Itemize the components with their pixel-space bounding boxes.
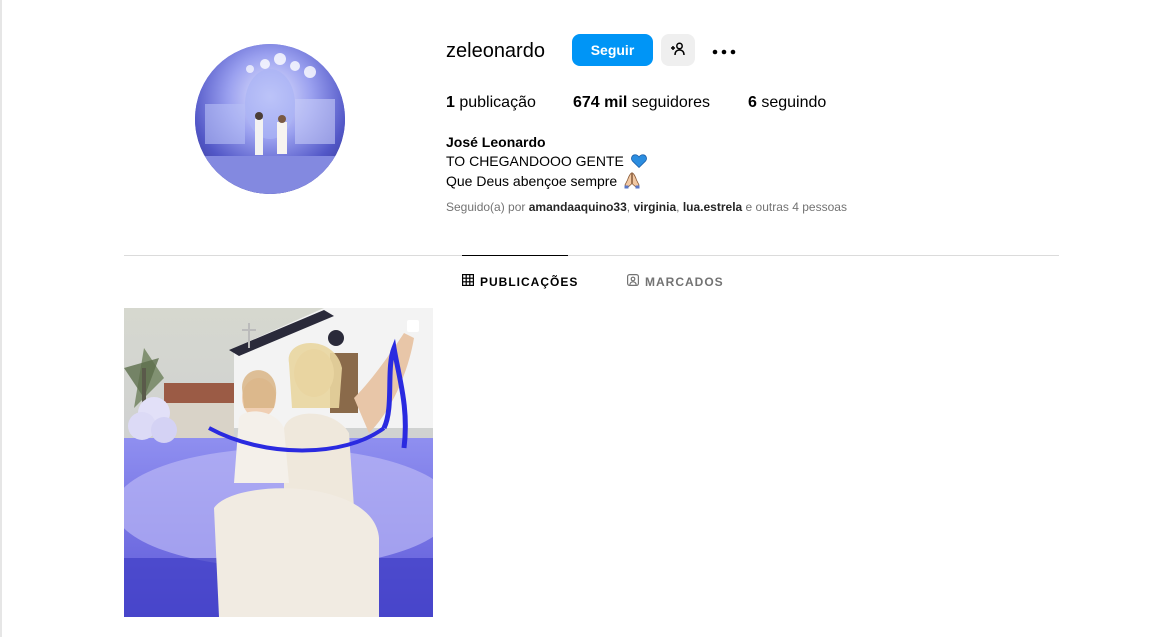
profile-bio: José Leonardo TO CHEGANDOOO GENTE Que De…	[446, 133, 647, 194]
carousel-icon	[406, 319, 420, 333]
profile-username: zeleonardo	[446, 40, 545, 62]
following-count-label: seguindo	[761, 94, 827, 111]
separator: ,	[626, 200, 631, 214]
followers-count[interactable]: 674 mil seguidores	[573, 94, 710, 112]
followed-by-user[interactable]: lua.estrela	[683, 200, 742, 214]
bio-line-1-text: TO CHEGANDOOO GENTE	[446, 152, 624, 169]
posts-count-value: 1	[446, 94, 455, 111]
tab-tagged-label: MARCADOS	[645, 274, 724, 289]
tagged-icon	[627, 274, 645, 289]
posts-count-label: publicação	[459, 94, 536, 111]
tabs-divider	[124, 255, 1059, 256]
following-count-value: 6	[748, 94, 757, 111]
profile-full-name: José Leonardo	[446, 134, 546, 150]
followed-by-user[interactable]: virginia	[633, 200, 676, 214]
person-plus-icon	[670, 41, 686, 60]
posts-count: 1 publicação	[446, 94, 536, 112]
follow-button[interactable]: Seguir	[572, 34, 653, 66]
followers-count-label: seguidores	[631, 94, 710, 111]
separator: ,	[676, 200, 680, 214]
profile-avatar[interactable]	[195, 44, 345, 194]
praying-hands-icon	[624, 172, 640, 194]
followed-by-suffix: e outras 4 pessoas	[745, 200, 847, 214]
bio-line-1: TO CHEGANDOOO GENTE	[446, 152, 647, 173]
post-thumbnail[interactable]	[124, 308, 433, 617]
tab-posts[interactable]: PUBLICAÇÕES	[462, 274, 578, 289]
tab-posts-label: PUBLICAÇÕES	[480, 274, 579, 289]
blue-heart-icon	[630, 153, 647, 173]
followed-by-user[interactable]: amandaaquino33	[529, 200, 627, 214]
more-options-button[interactable]	[708, 36, 740, 64]
followers-count-value: 674 mil	[573, 94, 628, 111]
followed-by-prefix: Seguido(a) por	[446, 200, 526, 214]
active-tab-indicator	[462, 255, 568, 256]
grid-icon	[462, 274, 480, 289]
tab-tagged[interactable]: MARCADOS	[627, 274, 724, 289]
page-left-border	[0, 0, 2, 637]
bio-line-2-text: Que Deus abençoe sempre	[446, 173, 618, 189]
followed-by-text[interactable]: Seguido(a) por amandaaquino33, virginia,…	[446, 200, 847, 214]
following-count[interactable]: 6 seguindo	[748, 94, 826, 112]
more-options-icon	[712, 43, 736, 58]
suggested-accounts-button[interactable]	[661, 34, 695, 66]
bio-line-2: Que Deus abençoe sempre	[446, 172, 647, 194]
